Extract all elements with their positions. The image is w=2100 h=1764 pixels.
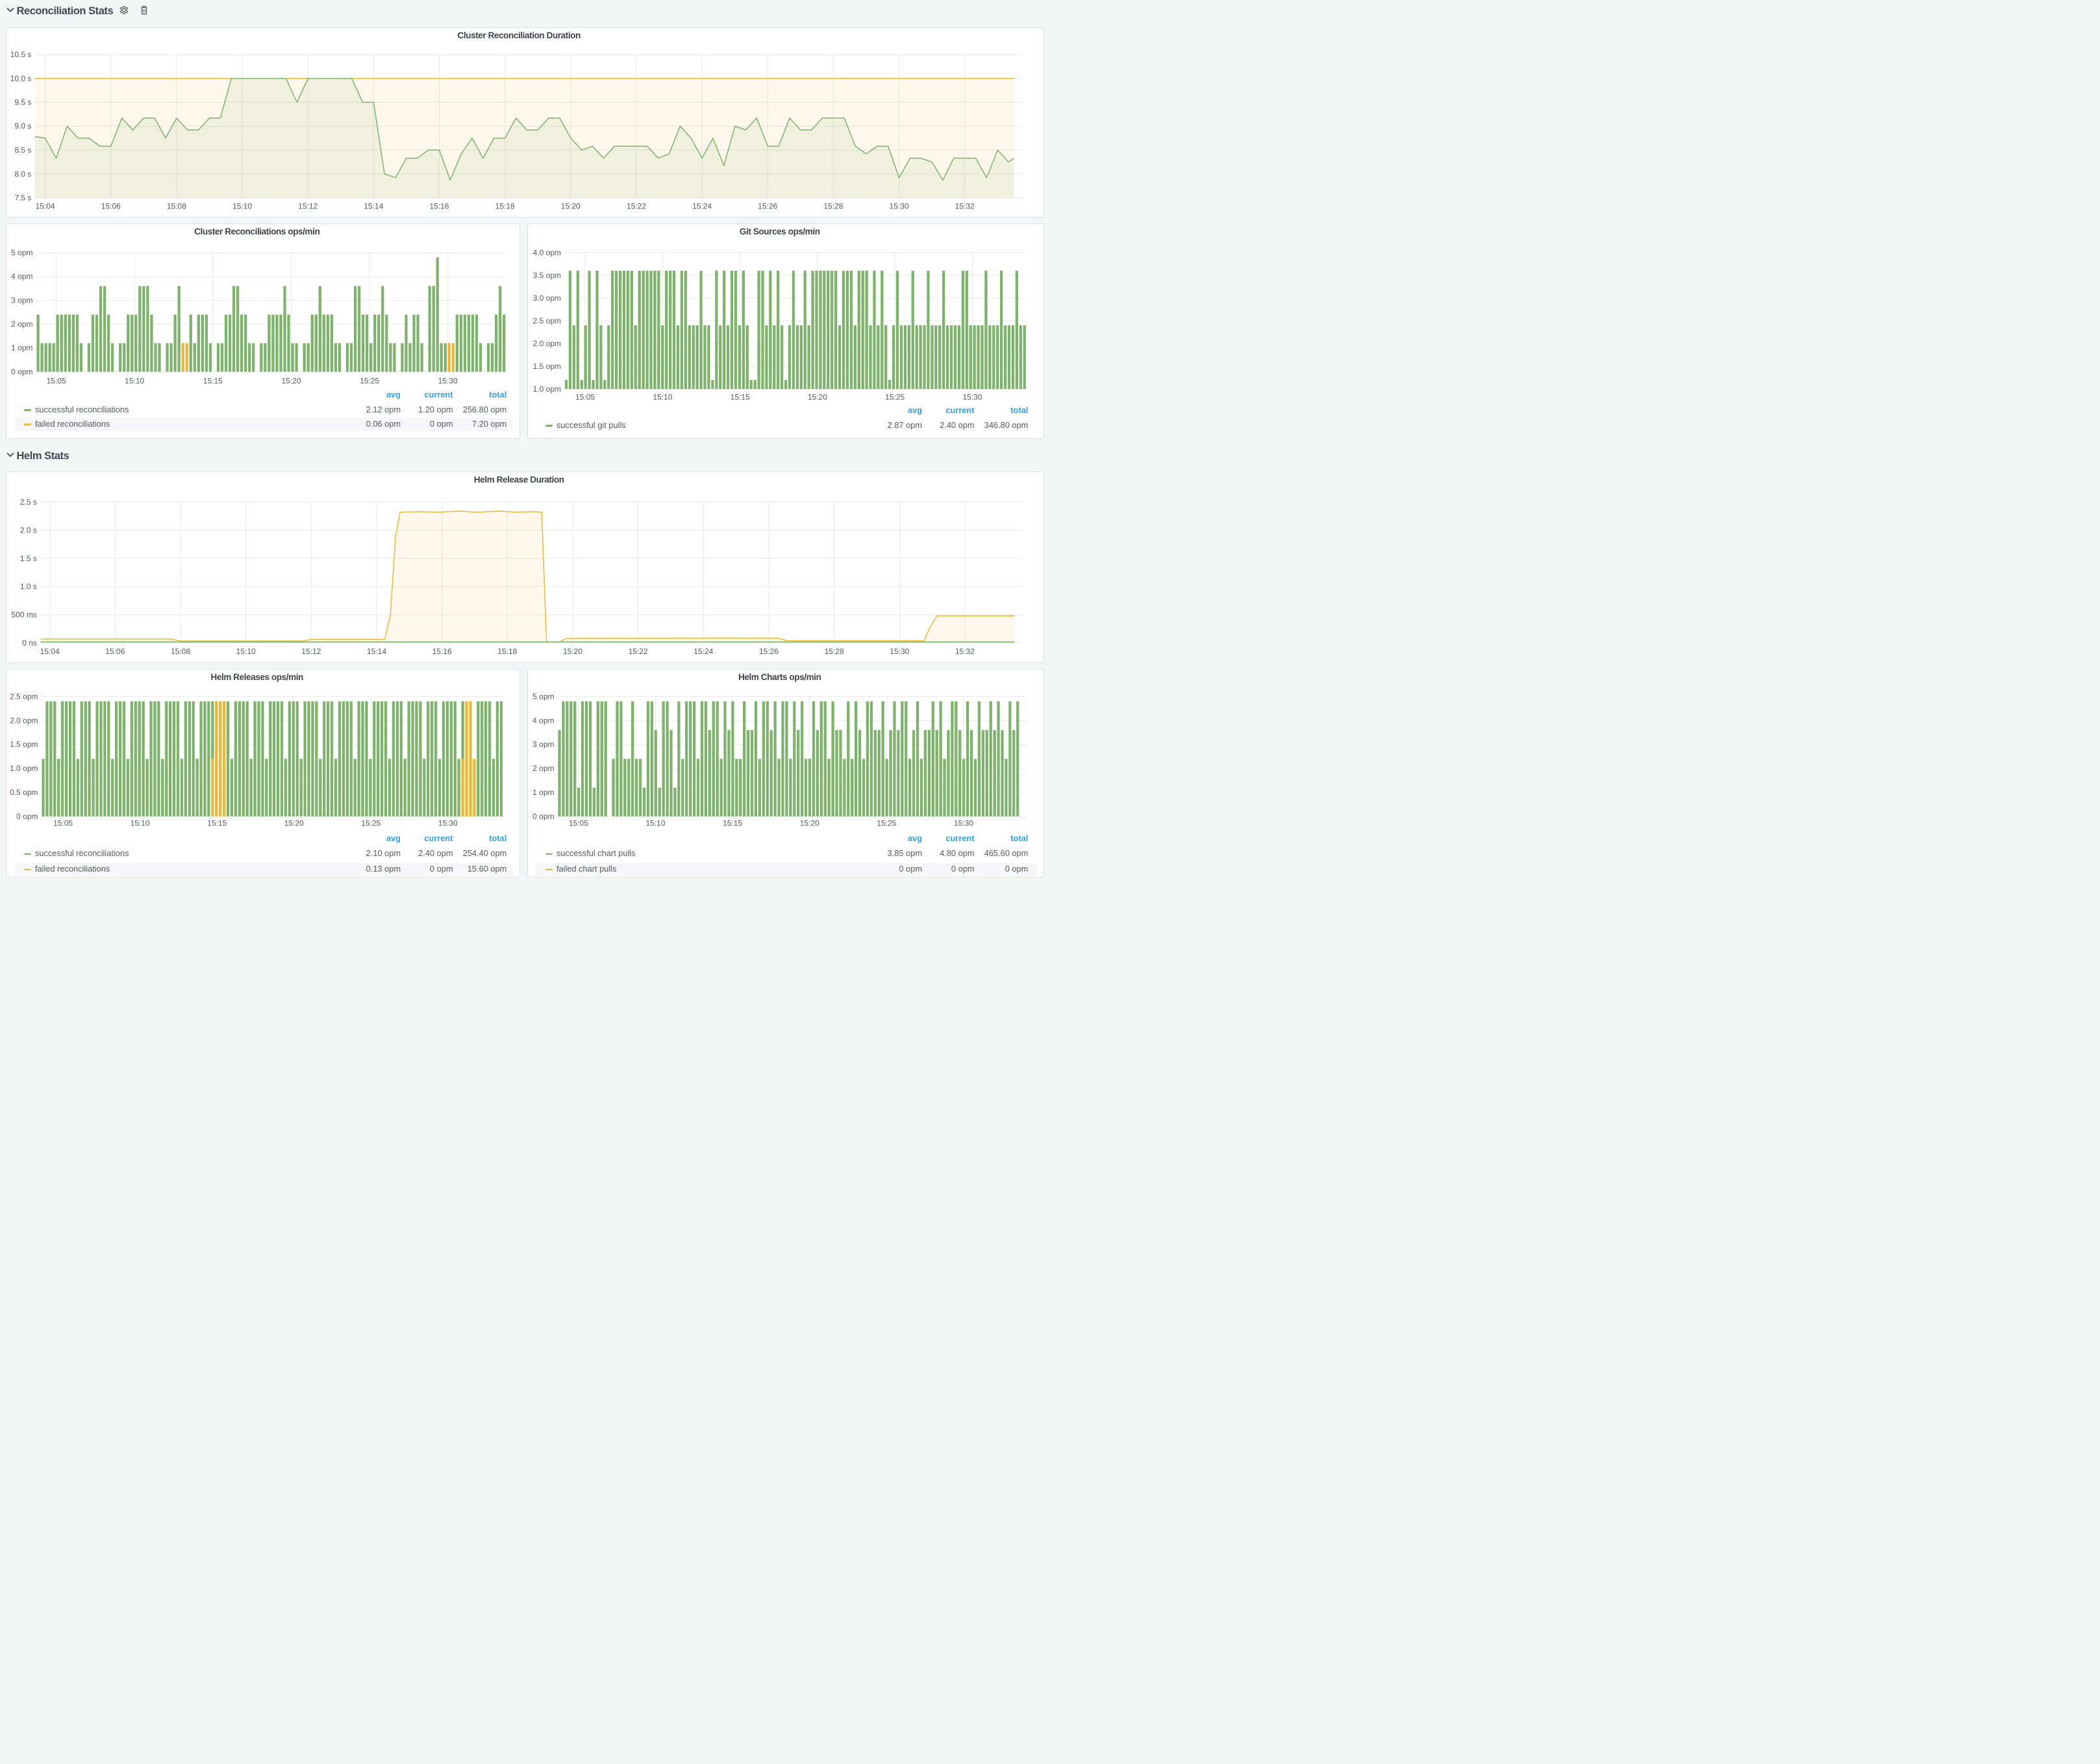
svg-text:15:30: 15:30 (962, 393, 982, 402)
svg-text:15:08: 15:08 (171, 647, 190, 656)
svg-text:15:25: 15:25 (885, 393, 905, 402)
svg-text:15:12: 15:12 (301, 647, 321, 656)
svg-text:15:26: 15:26 (758, 202, 777, 211)
svg-text:15:26: 15:26 (759, 647, 779, 656)
svg-text:1.5 opm: 1.5 opm (10, 740, 38, 749)
svg-text:15:20: 15:20 (561, 202, 581, 211)
svg-text:4.0 opm: 4.0 opm (533, 248, 561, 257)
svg-text:15:15: 15:15 (731, 393, 750, 402)
svg-text:1.0 opm: 1.0 opm (533, 384, 561, 394)
svg-text:15:10: 15:10 (236, 647, 256, 656)
svg-text:0.5 opm: 0.5 opm (10, 788, 38, 797)
svg-text:15:05: 15:05 (575, 393, 595, 402)
svg-text:15:30: 15:30 (438, 819, 458, 828)
svg-text:15:20: 15:20 (281, 377, 301, 386)
svg-text:2 opm: 2 opm (532, 764, 554, 773)
svg-text:15:04: 15:04 (40, 647, 60, 656)
svg-text:8.5 s: 8.5 s (14, 145, 31, 155)
svg-text:4 opm: 4 opm (11, 272, 32, 281)
svg-text:15:24: 15:24 (692, 202, 712, 211)
svg-text:2 opm: 2 opm (11, 320, 32, 329)
svg-text:15:04: 15:04 (36, 202, 55, 211)
svg-text:0 opm: 0 opm (16, 812, 38, 821)
svg-text:15:10: 15:10 (232, 202, 252, 211)
svg-text:2.5 opm: 2.5 opm (533, 316, 561, 325)
svg-text:15:30: 15:30 (889, 202, 908, 211)
svg-text:15:05: 15:05 (569, 819, 588, 828)
svg-text:3 opm: 3 opm (11, 296, 32, 305)
svg-text:15:10: 15:10 (131, 819, 150, 828)
svg-text:3 opm: 3 opm (532, 740, 554, 749)
svg-text:15:32: 15:32 (955, 647, 975, 656)
svg-text:1.5 opm: 1.5 opm (533, 362, 561, 371)
svg-text:15:14: 15:14 (364, 202, 383, 211)
svg-text:1.0 opm: 1.0 opm (10, 764, 38, 773)
svg-text:15:10: 15:10 (653, 393, 672, 402)
svg-text:2.5 opm: 2.5 opm (10, 692, 38, 701)
svg-text:1.5 s: 1.5 s (20, 554, 37, 563)
svg-text:15:28: 15:28 (823, 202, 843, 211)
svg-text:5 opm: 5 opm (532, 692, 554, 701)
svg-text:15:05: 15:05 (53, 819, 73, 828)
svg-text:2.0 opm: 2.0 opm (10, 716, 38, 725)
svg-text:15:05: 15:05 (47, 377, 66, 386)
svg-text:15:10: 15:10 (125, 377, 144, 386)
svg-text:3.0 opm: 3.0 opm (533, 294, 561, 303)
svg-text:15:22: 15:22 (629, 647, 648, 656)
svg-text:500 ms: 500 ms (12, 611, 37, 620)
svg-text:10.5 s: 10.5 s (10, 50, 32, 59)
svg-text:15:15: 15:15 (207, 819, 227, 828)
svg-text:8.0 s: 8.0 s (14, 170, 31, 179)
svg-text:15:25: 15:25 (877, 819, 896, 828)
svg-text:15:15: 15:15 (203, 377, 223, 386)
svg-text:15:30: 15:30 (954, 819, 973, 828)
svg-text:15:24: 15:24 (694, 647, 713, 656)
svg-text:15:20: 15:20 (563, 647, 582, 656)
svg-text:15:18: 15:18 (497, 647, 517, 656)
svg-text:15:20: 15:20 (808, 393, 827, 402)
svg-text:15:20: 15:20 (800, 819, 819, 828)
svg-text:9.5 s: 9.5 s (14, 98, 31, 107)
svg-text:15:08: 15:08 (167, 202, 186, 211)
svg-text:15:30: 15:30 (890, 647, 909, 656)
svg-text:2.5 s: 2.5 s (20, 498, 37, 507)
svg-text:15:16: 15:16 (432, 647, 452, 656)
svg-text:0 opm: 0 opm (11, 367, 32, 376)
svg-text:3.5 opm: 3.5 opm (533, 271, 561, 280)
svg-text:1.0 s: 1.0 s (20, 582, 37, 591)
svg-text:15:18: 15:18 (495, 202, 515, 211)
svg-text:15:22: 15:22 (627, 202, 646, 211)
svg-text:15:25: 15:25 (360, 377, 379, 386)
svg-text:0 ns: 0 ns (22, 638, 37, 648)
svg-text:4 opm: 4 opm (532, 716, 554, 725)
svg-text:2.0 s: 2.0 s (20, 525, 37, 535)
svg-text:15:16: 15:16 (429, 202, 449, 211)
svg-text:1 opm: 1 opm (11, 344, 32, 353)
svg-text:15:14: 15:14 (367, 647, 386, 656)
svg-text:15:06: 15:06 (101, 202, 121, 211)
svg-text:15:20: 15:20 (284, 819, 304, 828)
svg-text:2.0 opm: 2.0 opm (533, 339, 561, 348)
svg-text:9.0 s: 9.0 s (14, 121, 31, 131)
svg-text:15:28: 15:28 (825, 647, 844, 656)
svg-text:15:15: 15:15 (723, 819, 742, 828)
svg-text:0 opm: 0 opm (532, 812, 554, 821)
svg-text:5 opm: 5 opm (11, 248, 32, 257)
svg-text:15:12: 15:12 (298, 202, 318, 211)
svg-text:10.0 s: 10.0 s (10, 74, 32, 83)
svg-text:7.5 s: 7.5 s (14, 194, 31, 203)
svg-text:1 opm: 1 opm (532, 788, 554, 797)
svg-text:15:25: 15:25 (361, 819, 381, 828)
svg-text:15:10: 15:10 (645, 819, 665, 828)
svg-text:15:30: 15:30 (438, 377, 458, 386)
svg-text:15:32: 15:32 (955, 202, 975, 211)
svg-text:15:06: 15:06 (105, 647, 125, 656)
